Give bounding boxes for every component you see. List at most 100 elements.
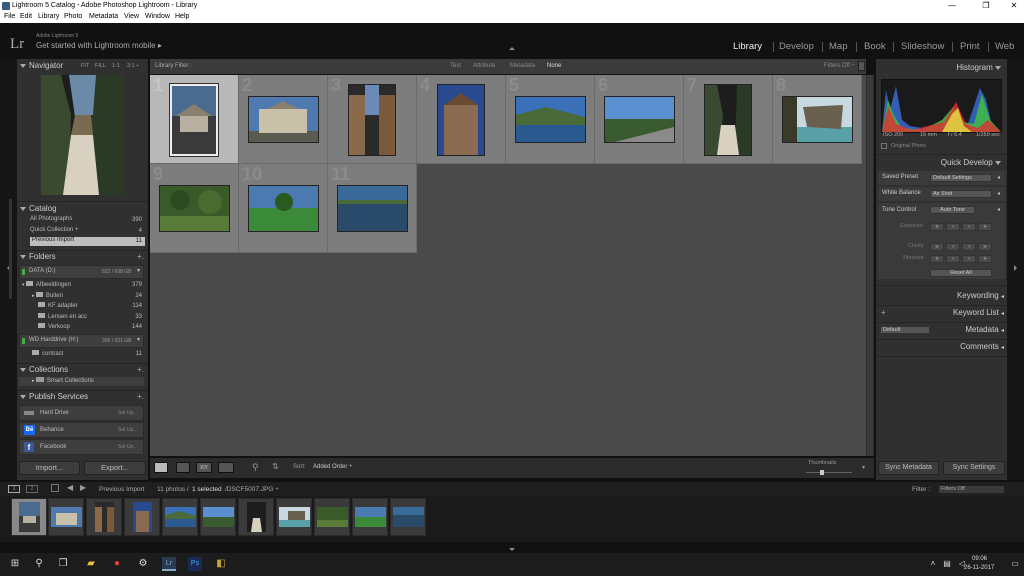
setup-button[interactable]: Set Up... xyxy=(118,444,137,450)
module-map[interactable]: Map xyxy=(829,41,847,52)
saved-preset-select[interactable]: Default Settings xyxy=(930,174,992,182)
task-view-icon[interactable]: ❐ xyxy=(56,557,70,571)
module-print[interactable]: Print xyxy=(960,41,980,52)
filmstrip-cell[interactable] xyxy=(390,498,426,536)
menu-help[interactable]: Help xyxy=(175,13,189,20)
clarity-increase-big-button[interactable]: » xyxy=(978,243,992,251)
module-develop[interactable]: Develop xyxy=(779,41,814,52)
filter-metadata[interactable]: Metadata xyxy=(510,63,535,69)
menu-edit[interactable]: Edit xyxy=(20,13,32,20)
photoshop-taskbar-icon[interactable]: Ps xyxy=(188,557,202,571)
filmstrip-cell[interactable] xyxy=(162,498,198,536)
grid-cell[interactable]: 10 xyxy=(239,164,328,253)
survey-view-icon[interactable] xyxy=(218,462,234,473)
metadata-preset-select[interactable]: Default xyxy=(880,326,930,334)
filmstrip-cell[interactable] xyxy=(352,498,388,536)
vibrance-increase-big-button[interactable]: » xyxy=(978,255,992,263)
forward-arrow-icon[interactable]: ▶ xyxy=(80,483,86,492)
menu-photo[interactable]: Photo xyxy=(64,13,82,20)
grid-cell[interactable]: 6 xyxy=(595,75,684,164)
tray-chevron-icon[interactable]: ˄ xyxy=(926,557,940,571)
navigator-header[interactable]: Navigator xyxy=(20,61,63,72)
filmstrip-cell[interactable] xyxy=(276,498,312,536)
main-window-icon[interactable]: 1 xyxy=(8,485,20,493)
folder-contrast[interactable]: contrast 11 xyxy=(32,350,145,359)
comments-header[interactable]: Comments ◂ xyxy=(960,342,1004,353)
nav-zoom-fit[interactable]: FIT xyxy=(81,63,89,69)
filmstrip-cell[interactable] xyxy=(200,498,236,536)
collections-add-button[interactable]: +. xyxy=(137,365,144,374)
sort-direction-icon[interactable]: ⇅ xyxy=(272,462,279,471)
exposure-increase-button[interactable]: › xyxy=(962,223,976,231)
filmstrip-cell[interactable] xyxy=(48,498,84,536)
collection-smart-collections[interactable]: ▸ Smart Collections xyxy=(19,377,144,386)
compare-view-icon[interactable]: X|Y xyxy=(196,462,212,473)
quick-develop-header[interactable]: Quick Develop xyxy=(941,158,1004,169)
network-icon[interactable]: ▤ xyxy=(940,557,954,571)
filter-attribute[interactable]: Attribute xyxy=(473,63,495,69)
menu-library[interactable]: Library xyxy=(38,13,59,20)
folders-header[interactable]: Folders xyxy=(20,252,56,263)
publish-hard-drive[interactable]: Hard Drive Set Up... xyxy=(19,405,144,421)
catalog-header[interactable]: Catalog xyxy=(20,204,57,215)
menu-metadata[interactable]: Metadata xyxy=(89,13,118,20)
folder-kf-adapter[interactable]: KF adapter 114 xyxy=(38,302,145,311)
vibrance-decrease-button[interactable]: ‹ xyxy=(946,255,960,263)
filmstrip-cell[interactable] xyxy=(124,498,160,536)
filter-text[interactable]: Text xyxy=(450,63,461,69)
publish-facebook[interactable]: f Facebook Set Up... xyxy=(19,439,144,455)
clarity-decrease-button[interactable]: ‹ xyxy=(946,243,960,251)
sync-metadata-button[interactable]: Sync Metadata xyxy=(878,461,939,475)
export-button[interactable]: Export... xyxy=(84,461,146,475)
lightroom-mobile-link[interactable]: Get started with Lightroom mobile ▸ xyxy=(36,41,162,50)
auto-tone-button[interactable]: Auto Tone xyxy=(930,206,975,214)
sync-settings-button[interactable]: Sync Settings xyxy=(943,461,1005,475)
settings-gear-icon[interactable]: ⚙ xyxy=(136,557,150,571)
menu-file[interactable]: File xyxy=(4,13,15,20)
filter-preset-select[interactable]: Filters Off ÷ xyxy=(824,63,855,69)
folders-add-button[interactable]: +. xyxy=(137,252,144,261)
drive-menu-icon[interactable]: ▾ xyxy=(137,336,140,343)
grid-cell[interactable]: 4 xyxy=(417,75,506,164)
clock-date[interactable]: 26-11-2017 xyxy=(964,565,994,571)
folder-buiten[interactable]: ▸ Buiten 24 xyxy=(32,292,145,301)
filmstrip-toggle-icon[interactable] xyxy=(509,548,515,551)
grid-mode-icon[interactable] xyxy=(51,484,59,492)
exposure-increase-big-button[interactable]: » xyxy=(978,223,992,231)
publish-behance[interactable]: Bē Behance Set Up... xyxy=(19,422,144,438)
filmstrip-cell[interactable] xyxy=(86,498,122,536)
keyword-add-button[interactable]: + xyxy=(881,308,886,317)
nav-zoom-1-1[interactable]: 1:1 xyxy=(112,63,120,69)
grid-cell[interactable]: 5 xyxy=(506,75,595,164)
publish-services-header[interactable]: Publish Services xyxy=(20,392,88,403)
filmstrip-cell[interactable] xyxy=(238,498,274,536)
grid-cell[interactable]: 8 xyxy=(773,75,862,164)
metadata-header[interactable]: Metadata ◂ xyxy=(965,325,1004,336)
top-panel-toggle-icon[interactable] xyxy=(509,47,515,50)
grid-cell[interactable]: 9 xyxy=(150,164,239,253)
original-photo-checkbox[interactable] xyxy=(881,143,887,149)
expand-icon[interactable]: ◂ xyxy=(997,174,1000,181)
back-arrow-icon[interactable]: ◀ xyxy=(67,483,73,492)
second-window-icon[interactable]: 2 xyxy=(26,485,38,493)
notification-icon[interactable]: ▭ xyxy=(1008,557,1022,571)
search-icon[interactable]: ⚲ xyxy=(32,557,46,571)
filter-lock-icon[interactable] xyxy=(858,61,865,71)
filmstrip-source[interactable]: Previous Import xyxy=(99,486,145,493)
setup-button[interactable]: Set Up... xyxy=(118,427,137,433)
maximize-icon[interactable]: ❐ xyxy=(976,1,996,11)
filter-none[interactable]: None xyxy=(547,63,561,69)
close-icon[interactable]: ✕ xyxy=(1004,1,1024,11)
thumbnail-size-slider[interactable] xyxy=(806,472,852,473)
loupe-view-icon[interactable] xyxy=(176,462,190,473)
lightroom-taskbar-icon[interactable]: Lr xyxy=(162,557,176,571)
catalog-item-all-photographs[interactable]: All Photographs 390 xyxy=(30,216,145,225)
module-book[interactable]: Book xyxy=(864,41,886,52)
keywording-header[interactable]: Keywording ◂ xyxy=(957,291,1004,302)
exposure-decrease-big-button[interactable]: « xyxy=(930,223,944,231)
toolbar-menu-icon[interactable]: ▾ xyxy=(862,464,865,471)
app-icon[interactable]: ◧ xyxy=(214,557,228,571)
grid-cell[interactable]: 3 xyxy=(328,75,417,164)
collections-header[interactable]: Collections xyxy=(20,365,68,376)
import-button[interactable]: Import... xyxy=(19,461,80,475)
